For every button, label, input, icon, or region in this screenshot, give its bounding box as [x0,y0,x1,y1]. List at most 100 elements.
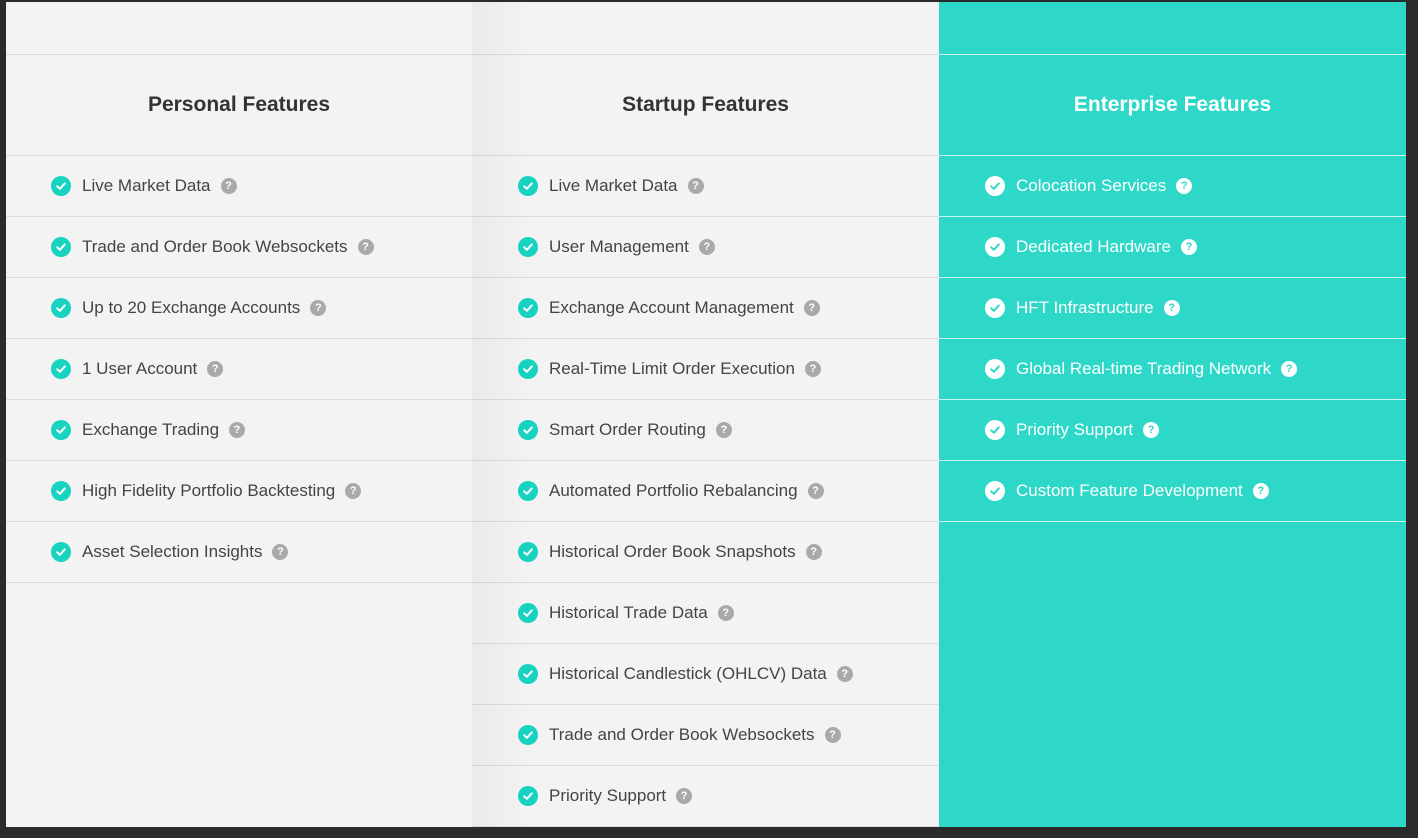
column-startup: Startup Features Live Market Data? User M… [472,2,939,827]
question-circle-icon[interactable]: ? [1143,422,1160,438]
check-circle-icon [985,481,1005,501]
feature-row: Custom Feature Development? [939,461,1406,522]
check-circle-icon [985,298,1005,318]
question-circle-icon[interactable]: ? [824,727,841,743]
check-circle-icon [51,176,71,196]
feature-label: Dedicated Hardware [1016,237,1171,256]
feature-row: Historical Candlestick (OHLCV) Data? [472,644,939,705]
feature-row: Live Market Data? [472,156,939,217]
question-circle-icon[interactable]: ? [310,300,327,316]
check-circle-icon [518,298,538,318]
feature-label: Trade and Order Book Websockets [82,237,348,256]
check-circle-icon [518,176,538,196]
check-circle-icon [518,481,538,501]
feature-list-personal: Live Market Data? Trade and Order Book We… [6,156,472,583]
check-circle-icon [51,481,71,501]
feature-row: Smart Order Routing? [472,400,939,461]
check-circle-icon [985,176,1005,196]
question-circle-icon[interactable]: ? [207,361,224,377]
feature-label: Live Market Data [82,176,211,195]
feature-row: User Management? [472,217,939,278]
question-circle-icon[interactable]: ? [220,178,237,194]
question-circle-icon[interactable]: ? [1281,361,1298,377]
column-enterprise: Enterprise Features Colocation Services?… [939,2,1406,827]
feature-row: Historical Trade Data? [472,583,939,644]
check-circle-icon [518,725,538,745]
feature-label: Live Market Data [549,176,678,195]
check-circle-icon [518,237,538,257]
question-circle-icon[interactable]: ? [1176,178,1193,194]
feature-label: HFT Infrastructure [1016,298,1154,317]
column-title-enterprise: Enterprise Features [939,55,1406,156]
question-circle-icon[interactable]: ? [698,239,715,255]
feature-row: HFT Infrastructure? [939,278,1406,339]
feature-label: Trade and Order Book Websockets [549,725,815,744]
feature-label: Colocation Services [1016,176,1167,195]
column-personal: Personal Features Live Market Data? Trade… [6,2,472,827]
question-circle-icon[interactable]: ? [1252,483,1269,499]
check-circle-icon [985,359,1005,379]
feature-label: Automated Portfolio Rebalancing [549,481,798,500]
feature-label: Priority Support [549,786,667,805]
check-circle-icon [518,359,538,379]
check-circle-icon [51,542,71,562]
check-circle-icon [985,237,1005,257]
feature-list-enterprise: Colocation Services? Dedicated Hardware? H… [939,156,1406,522]
feature-label: Exchange Trading [82,420,220,439]
feature-label: Up to 20 Exchange Accounts [82,298,301,317]
question-circle-icon[interactable]: ? [357,239,374,255]
feature-row: Asset Selection Insights? [6,522,472,583]
question-circle-icon[interactable]: ? [687,178,704,194]
feature-row: Trade and Order Book Websockets? [6,217,472,278]
question-circle-icon[interactable]: ? [1180,239,1197,255]
feature-row: Historical Order Book Snapshots? [472,522,939,583]
feature-label: Asset Selection Insights [82,542,263,561]
question-circle-icon[interactable]: ? [805,544,822,560]
feature-row: 1 User Account? [6,339,472,400]
column-top-band [939,2,1406,55]
question-circle-icon[interactable]: ? [836,666,853,682]
feature-label: Global Real-time Trading Network [1016,359,1272,378]
column-title-startup: Startup Features [472,55,939,156]
feature-row: Trade and Order Book Websockets? [472,705,939,766]
feature-label: Historical Trade Data [549,603,708,622]
feature-label: Priority Support [1016,420,1134,439]
check-circle-icon [518,542,538,562]
check-circle-icon [51,237,71,257]
question-circle-icon[interactable]: ? [803,300,820,316]
feature-row: Exchange Account Management? [472,278,939,339]
question-circle-icon[interactable]: ? [807,483,824,499]
feature-row: Colocation Services? [939,156,1406,217]
check-circle-icon [51,420,71,440]
check-circle-icon [518,420,538,440]
check-circle-icon [518,664,538,684]
feature-label: User Management [549,237,689,256]
feature-comparison: Personal Features Live Market Data? Trade… [6,2,1406,827]
feature-label: Historical Candlestick (OHLCV) Data [549,664,827,683]
feature-label: Real-Time Limit Order Execution [549,359,795,378]
question-circle-icon[interactable]: ? [229,422,246,438]
check-circle-icon [518,786,538,806]
feature-label: Exchange Account Management [549,298,794,317]
question-circle-icon[interactable]: ? [676,788,693,804]
question-circle-icon[interactable]: ? [272,544,289,560]
feature-row: Automated Portfolio Rebalancing? [472,461,939,522]
feature-row: Priority Support? [472,766,939,827]
feature-label: Custom Feature Development [1016,481,1243,500]
feature-label: Smart Order Routing [549,420,706,439]
feature-row: Global Real-time Trading Network? [939,339,1406,400]
question-circle-icon[interactable]: ? [1163,300,1180,316]
column-top-band [6,2,472,55]
question-circle-icon[interactable]: ? [717,605,734,621]
feature-row: Dedicated Hardware? [939,217,1406,278]
check-circle-icon [985,420,1005,440]
feature-row: Real-Time Limit Order Execution? [472,339,939,400]
question-circle-icon[interactable]: ? [715,422,732,438]
question-circle-icon[interactable]: ? [804,361,821,377]
feature-row: High Fidelity Portfolio Backtesting? [6,461,472,522]
check-circle-icon [51,298,71,318]
check-circle-icon [51,359,71,379]
feature-row: Up to 20 Exchange Accounts? [6,278,472,339]
question-circle-icon[interactable]: ? [345,483,362,499]
feature-row: Priority Support? [939,400,1406,461]
